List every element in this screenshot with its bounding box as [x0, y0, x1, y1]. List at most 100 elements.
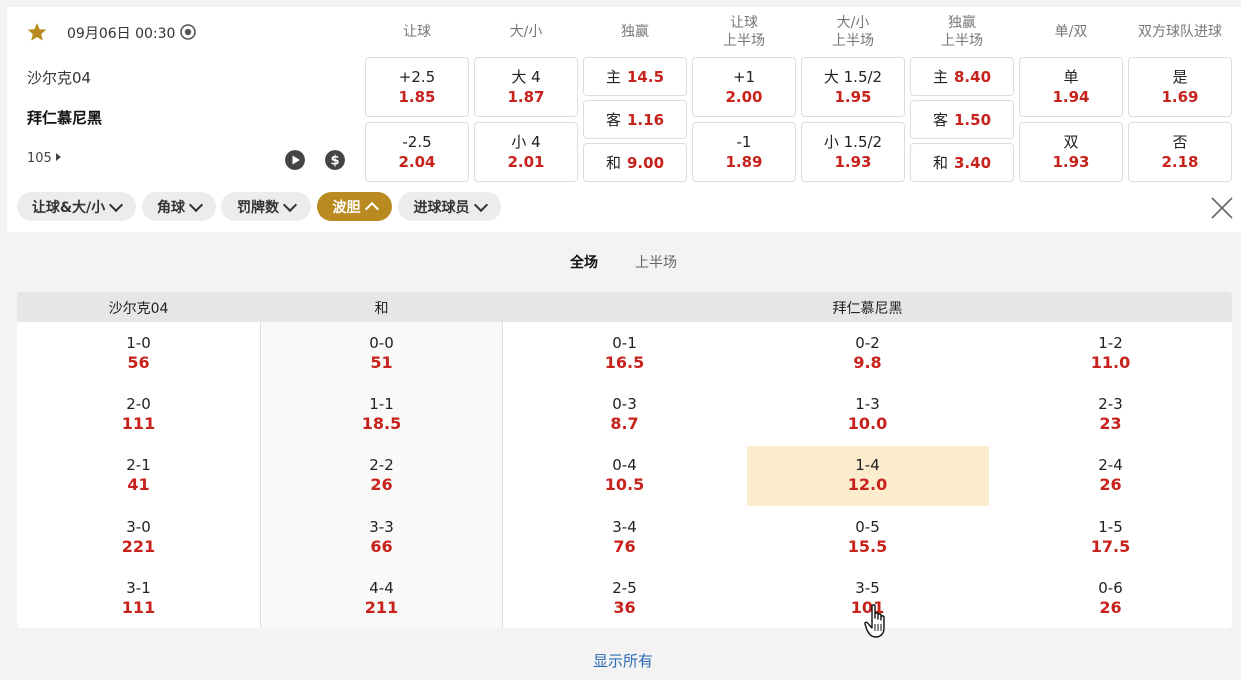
away-win-score-cell[interactable]: 2-3 23	[989, 394, 1232, 434]
away-win-score-cell[interactable]: 1-5 17.5	[989, 517, 1232, 557]
odds-cell-btts-yes[interactable]: 是 1.69	[1128, 57, 1232, 117]
odds-cell-even[interactable]: 双 1.93	[1019, 122, 1123, 182]
odds-cell-under-1h[interactable]: 小 1.5/2 1.93	[801, 122, 905, 182]
score-label: 0-6	[1098, 578, 1123, 597]
more-markets-link[interactable]: 105	[27, 151, 61, 166]
score-odds: 17.5	[1090, 536, 1131, 556]
score-label: 3-1	[126, 578, 151, 597]
score-label: 1-2	[1098, 334, 1123, 352]
away-win-score-cell[interactable]: 0-6 26	[989, 578, 1232, 618]
score-label: 1-5	[1098, 517, 1123, 536]
show-all-link[interactable]: 显示所有	[593, 650, 653, 671]
away-win-score-cell[interactable]: 1-4 12.0	[746, 455, 989, 495]
correct-score-table: 沙尔克04 和 拜仁慕尼黑 1-0 56 2-0 111 2-1 41 3-0 221 3-1 1…	[17, 292, 1232, 628]
odds-cell-win-home[interactable]: 主 14.5	[583, 57, 687, 96]
draw-score-cell[interactable]: 0-0 51	[260, 333, 503, 373]
col-header-win: 独赢	[621, 24, 649, 40]
score-label: 2-0	[126, 395, 151, 414]
col-header-win-1h: 独赢 上半场	[941, 15, 983, 49]
score-odds: 36	[613, 597, 636, 617]
score-label: 0-0	[369, 334, 394, 352]
home-win-score-cell[interactable]: 3-1 111	[17, 578, 260, 618]
score-odds: 18.5	[361, 414, 402, 434]
score-label: 1-4	[855, 456, 880, 475]
header-draw: 和	[374, 301, 389, 317]
odds-cell-win-1h-away[interactable]: 客 1.50	[910, 100, 1014, 139]
odds-cell-over-1h[interactable]: 大 1.5/2 1.95	[801, 57, 905, 117]
score-label: 3-3	[369, 517, 394, 536]
tab-full-time[interactable]: 全场	[570, 252, 598, 272]
score-odds: 10.0	[847, 414, 888, 434]
odds-cell-handicap-away[interactable]: -2.5 2.04	[365, 122, 469, 182]
score-odds: 26	[1099, 597, 1122, 617]
away-win-score-cell[interactable]: 0-4 10.5	[503, 455, 746, 495]
odds-cell-win-1h-home[interactable]: 主 8.40	[910, 57, 1014, 96]
away-win-score-cell[interactable]: 0-3 8.7	[503, 394, 746, 434]
chip-goalscorers[interactable]: 进球球员	[398, 192, 501, 221]
score-odds: 26	[370, 475, 393, 495]
chip-correct-score[interactable]: 波胆	[317, 192, 392, 221]
away-win-score-cell[interactable]: 2-4 26	[989, 455, 1232, 495]
score-label: 0-1	[612, 334, 637, 352]
score-label: 1-1	[369, 395, 394, 414]
home-team-name: 沙尔克04	[27, 69, 92, 87]
odds-cell-win-1h-draw[interactable]: 和 3.40	[910, 143, 1014, 182]
away-win-score-cell[interactable]: 0-5 15.5	[746, 517, 989, 557]
away-win-score-cell[interactable]: 2-5 36	[503, 578, 746, 618]
home-win-score-cell[interactable]: 1-0 56	[17, 333, 260, 373]
chevron-down-icon	[109, 197, 124, 212]
odds-cell-win-away[interactable]: 客 1.16	[583, 100, 687, 139]
score-label: 2-4	[1098, 456, 1123, 475]
score-label: 4-4	[369, 578, 394, 597]
tab-first-half[interactable]: 上半场	[635, 252, 677, 272]
odds-cell-handicap-1h-home[interactable]: +1 2.00	[692, 57, 796, 117]
score-odds: 76	[613, 536, 636, 556]
chip-handicap-over-under[interactable]: 让球&大/小	[17, 192, 136, 221]
away-win-score-cell[interactable]: 1-3 10.0	[746, 394, 989, 434]
odds-cell-over[interactable]: 大 4 1.87	[474, 57, 578, 117]
col-header-over-under-1h: 大/小 上半场	[832, 15, 874, 49]
odds-cell-btts-no[interactable]: 否 2.18	[1128, 122, 1232, 182]
close-icon[interactable]	[1210, 196, 1234, 220]
away-win-score-cell[interactable]: 0-1 16.5	[503, 333, 746, 373]
score-label: 3-5	[855, 578, 880, 597]
score-label: 1-0	[126, 334, 151, 352]
away-win-score-cell[interactable]: 0-2 9.8	[746, 333, 989, 373]
score-label: 0-4	[612, 456, 637, 475]
clock-icon	[180, 24, 196, 40]
top-strip	[0, 0, 1241, 7]
score-odds: 12.0	[847, 475, 888, 495]
draw-score-cell[interactable]: 3-3 66	[260, 517, 503, 557]
away-win-score-cell[interactable]: 3-4 76	[503, 517, 746, 557]
col-header-odd-even: 单/双	[1054, 24, 1088, 40]
chevron-down-icon	[473, 197, 488, 212]
home-win-score-cell[interactable]: 2-1 41	[17, 455, 260, 495]
score-label: 2-2	[369, 456, 394, 475]
odds-cell-win-draw[interactable]: 和 9.00	[583, 143, 687, 182]
home-win-score-cell[interactable]: 3-0 221	[17, 517, 260, 557]
chevron-down-icon	[188, 197, 204, 212]
play-icon[interactable]	[285, 150, 305, 170]
favorite-star-icon[interactable]	[27, 22, 47, 42]
score-label: 2-5	[612, 578, 637, 597]
match-datetime: 09月06日 00:30	[67, 26, 176, 42]
dollar-icon[interactable]: $	[325, 150, 345, 170]
odds-cell-handicap-1h-away[interactable]: -1 1.89	[692, 122, 796, 182]
chip-corners[interactable]: 角球	[142, 192, 216, 221]
draw-score-cell[interactable]: 2-2 26	[260, 455, 503, 495]
away-team-name: 拜仁慕尼黑	[27, 109, 103, 127]
score-odds: 51	[370, 353, 393, 372]
score-odds: 16.5	[604, 353, 645, 372]
score-label: 0-5	[855, 517, 880, 536]
odds-cell-under[interactable]: 小 4 2.01	[474, 122, 578, 182]
odds-cell-handicap-home[interactable]: +2.5 1.85	[365, 57, 469, 117]
draw-score-cell[interactable]: 4-4 211	[260, 578, 503, 618]
score-label: 2-3	[1098, 395, 1123, 414]
home-win-score-cell[interactable]: 2-0 111	[17, 394, 260, 434]
chip-cards[interactable]: 罚牌数	[221, 192, 311, 221]
draw-score-cell[interactable]: 1-1 18.5	[260, 394, 503, 434]
col-header-handicap: 让球	[403, 24, 431, 40]
away-win-score-cell[interactable]: 1-2 11.0	[989, 333, 1232, 373]
score-odds: 11.0	[1090, 353, 1131, 372]
odds-cell-odd[interactable]: 单 1.94	[1019, 57, 1123, 117]
